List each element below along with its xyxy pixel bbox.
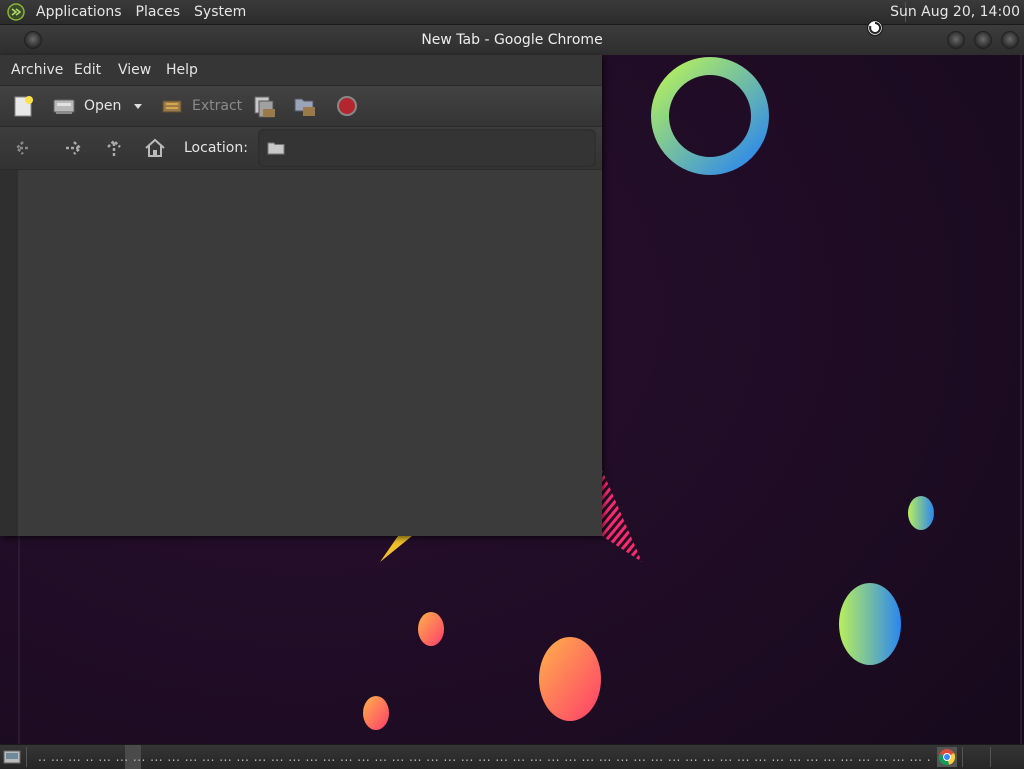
extract-icon	[162, 100, 182, 113]
archive-content-area[interactable]	[18, 170, 602, 536]
add-folder-button[interactable]	[292, 86, 318, 126]
add-folder-icon	[294, 98, 315, 116]
window-menu-button[interactable]	[24, 31, 42, 49]
clock[interactable]: Sun Aug 20, 14:00	[890, 0, 1020, 24]
panel-separator	[962, 747, 963, 767]
extract-label: Extract	[192, 98, 243, 114]
panel-separator	[26, 747, 27, 767]
menu-help[interactable]: Help	[166, 55, 198, 86]
minimize-button[interactable]	[947, 31, 965, 49]
menu-view[interactable]: View	[118, 55, 151, 86]
home-icon[interactable]	[143, 136, 167, 160]
add-files-button[interactable]	[252, 86, 278, 126]
add-files-icon	[254, 96, 275, 118]
stop-icon	[337, 96, 357, 116]
busy-cursor-icon	[866, 19, 884, 37]
up-arrow-icon[interactable]	[103, 136, 125, 160]
menu-system[interactable]: System	[187, 0, 253, 24]
menu-edit[interactable]: Edit	[74, 55, 101, 86]
location-field[interactable]	[258, 129, 596, 167]
menubar: Archive Edit View Help	[0, 55, 602, 86]
menu-archive[interactable]: Archive	[11, 55, 63, 86]
open-button[interactable]: Open	[52, 86, 121, 126]
maximize-button[interactable]	[974, 31, 992, 49]
extract-button[interactable]: Extract	[160, 86, 242, 126]
panel-separator	[990, 747, 991, 767]
archive-manager-window: Archive Edit View Help Open Extract Loca…	[0, 55, 602, 536]
taskbar-items[interactable]: .. ... ... .. ... ... ... ... ... ... ..…	[38, 745, 932, 769]
forward-arrow-icon[interactable]	[62, 137, 86, 159]
location-bar: Location:	[0, 127, 602, 170]
open-icon	[53, 99, 75, 114]
back-arrow-icon[interactable]	[12, 137, 36, 159]
folder-icon	[267, 142, 285, 155]
chrome-taskbar-icon[interactable]	[937, 747, 957, 767]
new-archive-icon	[14, 96, 33, 117]
toolbar: Open Extract	[0, 86, 602, 127]
show-desktop-icon[interactable]	[3, 748, 21, 765]
new-archive-button[interactable]	[12, 86, 36, 126]
menu-places[interactable]: Places	[129, 0, 188, 24]
location-label: Location:	[184, 140, 248, 156]
open-label: Open	[84, 98, 122, 114]
open-dropdown-button[interactable]	[132, 86, 144, 126]
distro-logo-icon[interactable]	[7, 3, 25, 21]
close-button[interactable]	[1001, 31, 1019, 49]
chevron-down-icon	[134, 104, 142, 109]
stop-button[interactable]	[336, 86, 358, 126]
menu-applications[interactable]: Applications	[29, 0, 129, 24]
window-edge	[0, 170, 19, 536]
bottom-panel: .. ... ... .. ... ... ... ... ... ... ..…	[0, 744, 1024, 769]
